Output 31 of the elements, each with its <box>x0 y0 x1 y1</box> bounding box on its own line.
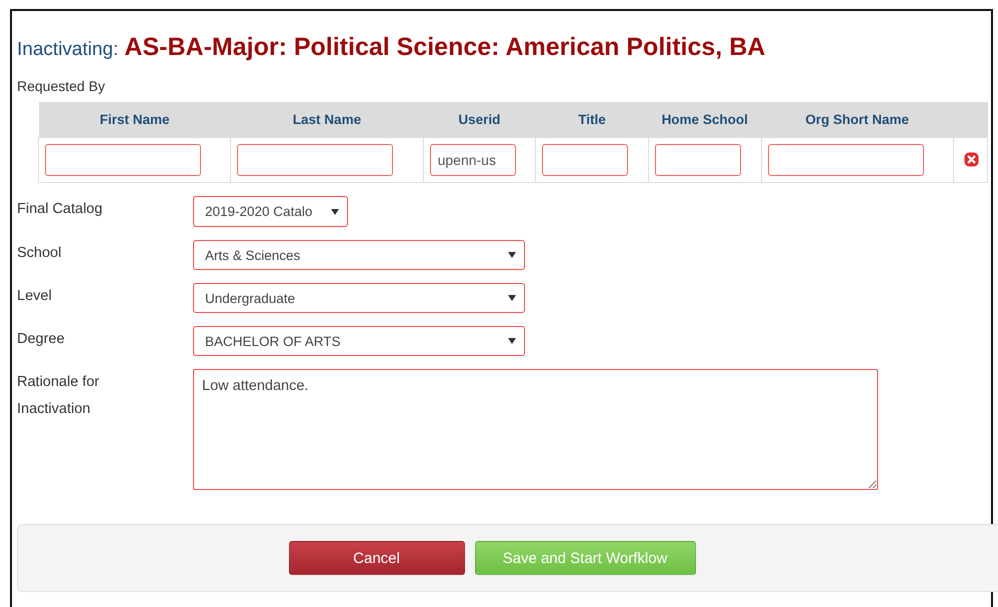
text-field[interactable] <box>542 144 628 176</box>
heading-prefix: Inactivating: <box>17 39 118 61</box>
field-label: Final Catalog <box>17 200 104 219</box>
column-header: First Name <box>38 102 231 138</box>
column-header: Title <box>536 102 648 138</box>
text-field[interactable] <box>45 144 201 176</box>
remove-icon[interactable] <box>964 152 979 168</box>
select-field[interactable]: Arts & Sciences <box>193 240 525 270</box>
select-field[interactable]: 2019-2020 Catalo <box>193 196 348 227</box>
column-header: Userid <box>423 102 536 138</box>
column-header: Home School <box>648 102 762 138</box>
caret-icon <box>331 208 339 214</box>
select-field[interactable]: Undergraduate <box>193 283 525 313</box>
text-area[interactable]: Low attendance. <box>193 369 878 490</box>
text-field[interactable] <box>237 144 394 176</box>
field-label: School <box>17 244 62 263</box>
column-header: Last Name <box>230 102 424 138</box>
caret-icon <box>508 338 516 344</box>
caret-icon <box>508 295 516 301</box>
field-label: Level <box>17 287 53 306</box>
section-label: Requested By <box>17 78 106 94</box>
cancel-button[interactable]: Cancel <box>288 541 464 575</box>
text-field[interactable] <box>768 144 924 176</box>
caret-icon <box>508 252 516 258</box>
column-header: Org Short Name <box>761 102 954 138</box>
select-field[interactable]: BACHELOR OF ARTS <box>193 326 525 356</box>
text-field[interactable]: upenn-us <box>430 144 516 176</box>
field-label: Rationale for Inactivation <box>17 373 100 419</box>
page-title: AS-BA-Major: Political Science: American Politics, BA <box>124 33 766 62</box>
field-label: Degree <box>17 330 66 349</box>
text-field[interactable] <box>654 144 741 176</box>
